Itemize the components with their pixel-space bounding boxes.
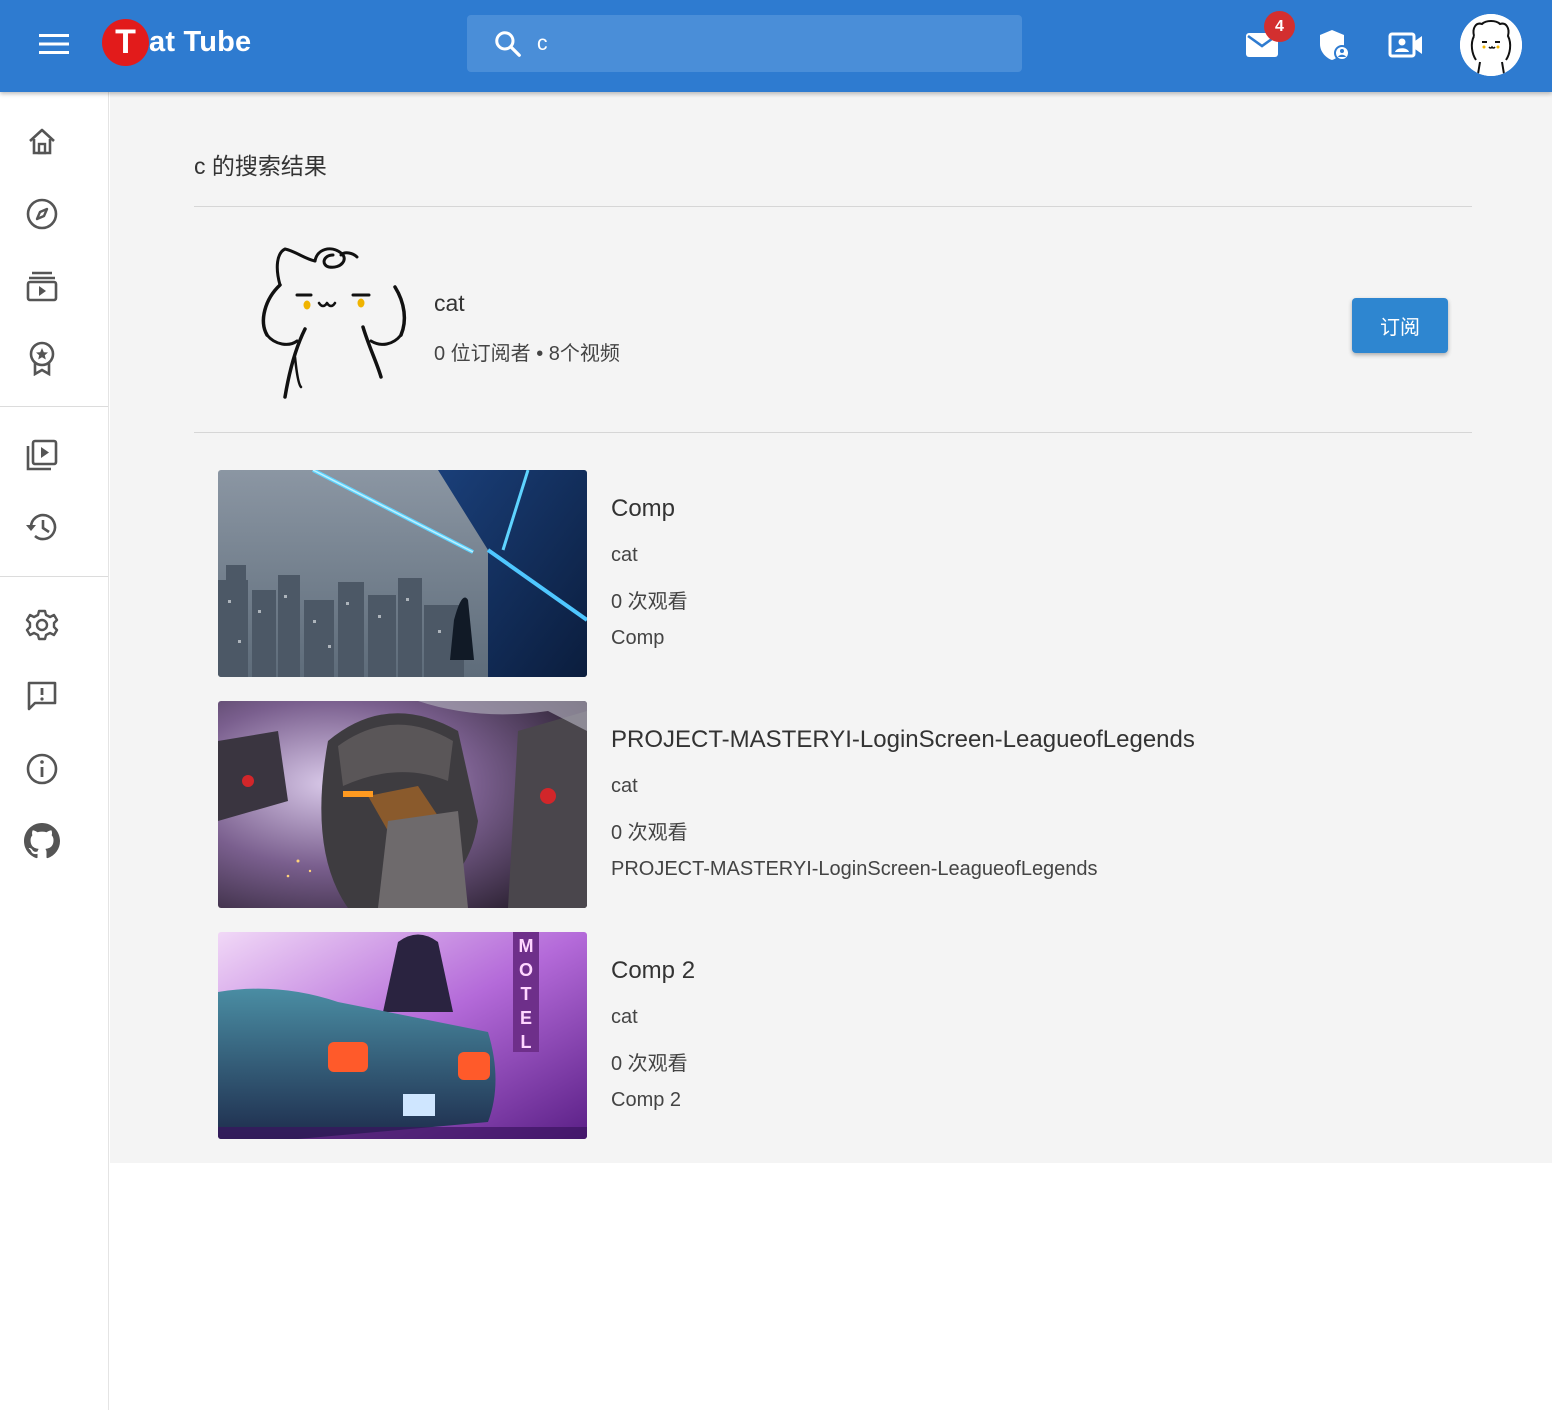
sidebar-item-about[interactable] bbox=[18, 745, 66, 793]
cat-avatar-icon bbox=[1460, 14, 1522, 76]
search-input[interactable] bbox=[537, 31, 977, 56]
video-title[interactable]: Comp bbox=[611, 495, 675, 523]
video-views: 0 次观看 bbox=[611, 822, 688, 844]
sidebar-item-settings[interactable] bbox=[18, 601, 66, 649]
subscriptions-icon bbox=[26, 271, 58, 302]
video-result: M O T E L Comp 2 cat 0 次观看 Comp 2 bbox=[218, 932, 1418, 1139]
channel-name[interactable]: cat bbox=[434, 290, 465, 317]
video-camera-icon bbox=[1388, 32, 1422, 58]
svg-text:E: E bbox=[520, 1008, 532, 1028]
video-title[interactable]: Comp 2 bbox=[611, 957, 695, 985]
user-avatar[interactable] bbox=[1460, 14, 1522, 76]
divider bbox=[194, 206, 1472, 207]
github-icon bbox=[24, 823, 60, 859]
video-description: PROJECT-MASTERYI-LoginScreen-LeagueofLeg… bbox=[611, 858, 1098, 880]
video-channel[interactable]: cat bbox=[611, 775, 638, 798]
video-result: Comp cat 0 次观看 Comp bbox=[218, 470, 1418, 677]
video-description: Comp 2 bbox=[611, 1089, 682, 1111]
notification-badge: 4 bbox=[1264, 11, 1295, 42]
sidebar bbox=[0, 92, 109, 1410]
svg-text:T: T bbox=[521, 984, 532, 1004]
home-icon bbox=[29, 128, 55, 155]
shield-icon bbox=[1320, 30, 1350, 61]
channel-avatar[interactable] bbox=[245, 237, 415, 409]
city-night-thumbnail bbox=[218, 470, 587, 677]
history-icon bbox=[26, 513, 57, 541]
explore-icon bbox=[26, 198, 58, 230]
video-description: Comp bbox=[611, 627, 665, 649]
app-bar: T at Tube 4 bbox=[0, 0, 1552, 92]
divider bbox=[194, 432, 1472, 433]
video-thumbnail[interactable]: M O T E L bbox=[218, 932, 587, 1139]
menu-icon bbox=[39, 34, 69, 54]
video-channel[interactable]: cat bbox=[611, 544, 638, 567]
sidebar-divider bbox=[0, 576, 108, 577]
video-views: 0 次观看 bbox=[611, 591, 688, 613]
logo[interactable]: T at Tube bbox=[102, 18, 251, 66]
search-bar bbox=[467, 15, 1022, 72]
video-library-icon bbox=[26, 439, 58, 471]
motel-car-thumbnail: M O T E L bbox=[218, 932, 587, 1139]
sidebar-item-library[interactable] bbox=[18, 431, 66, 479]
sidebar-item-github[interactable] bbox=[18, 817, 66, 865]
sidebar-item-home[interactable] bbox=[18, 118, 66, 166]
logo-text: at Tube bbox=[149, 25, 252, 58]
video-result: PROJECT-MASTERYI-LoginScreen-LeagueofLeg… bbox=[218, 701, 1418, 908]
sidebar-item-history[interactable] bbox=[18, 503, 66, 551]
settings-icon bbox=[25, 609, 59, 641]
svg-text:O: O bbox=[519, 960, 533, 980]
admin-button[interactable] bbox=[1312, 23, 1356, 67]
search-results: c 的搜索结果 cat 0 位订阅者 • 8个视频 订阅 Comp cat 0 … bbox=[110, 92, 1552, 1163]
award-icon bbox=[29, 341, 55, 376]
channel-stats: 0 位订阅者 • 8个视频 bbox=[434, 343, 620, 365]
robot-warrior-thumbnail bbox=[218, 701, 587, 908]
menu-button[interactable] bbox=[28, 24, 80, 64]
page-title: c 的搜索结果 bbox=[194, 153, 327, 179]
feedback-icon bbox=[27, 681, 57, 711]
video-thumbnail[interactable] bbox=[218, 701, 587, 908]
sidebar-item-explore[interactable] bbox=[18, 190, 66, 238]
video-views: 0 次观看 bbox=[611, 1053, 688, 1075]
svg-text:L: L bbox=[521, 1032, 532, 1052]
svg-text:M: M bbox=[519, 936, 534, 956]
video-channel[interactable]: cat bbox=[611, 1006, 638, 1029]
sidebar-item-rankings[interactable] bbox=[18, 334, 66, 382]
sidebar-divider bbox=[0, 406, 108, 407]
cat-drawing-icon bbox=[261, 247, 407, 399]
video-title[interactable]: PROJECT-MASTERYI-LoginScreen-LeagueofLeg… bbox=[611, 726, 1195, 754]
upload-video-button[interactable] bbox=[1384, 23, 1428, 67]
search-icon[interactable] bbox=[493, 29, 523, 59]
logo-badge: T bbox=[102, 18, 149, 66]
sidebar-item-feedback[interactable] bbox=[18, 672, 66, 720]
sidebar-item-subscriptions[interactable] bbox=[18, 262, 66, 310]
video-thumbnail[interactable] bbox=[218, 470, 587, 677]
subscribe-button[interactable]: 订阅 bbox=[1352, 298, 1448, 353]
info-icon bbox=[26, 753, 58, 785]
